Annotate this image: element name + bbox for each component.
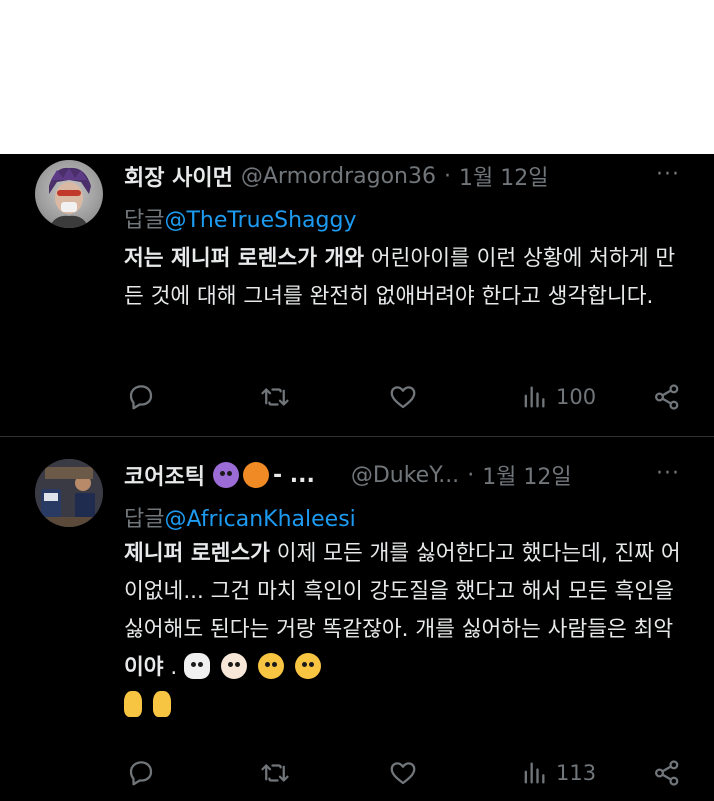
share-icon <box>654 760 679 786</box>
clown-emoji-icon <box>220 653 247 679</box>
reply-mention-link[interactable]: @TheTrueShaggy <box>164 208 356 233</box>
tweet-actions: 113 <box>124 757 684 789</box>
retweet-icon <box>261 764 289 782</box>
avatar[interactable] <box>35 459 103 527</box>
separator-dot: · <box>467 462 475 488</box>
share-icon <box>654 384 679 410</box>
tweet[interactable]: 회장 사이먼 @Armordragon36 · 1월 12일 ··· 답글@Th… <box>0 154 714 437</box>
tweet-text-bold: 제니퍼 로렌스가 <box>124 541 270 566</box>
more-options-icon[interactable]: ··· <box>656 461 680 486</box>
avatar-image <box>49 167 91 228</box>
heart-icon <box>390 762 416 785</box>
replying-to: 답글@TheTrueShaggy <box>124 202 356 234</box>
heart-icon <box>390 386 416 409</box>
like-button[interactable] <box>388 757 418 789</box>
tweet-date[interactable]: 1월 12일 <box>459 160 548 192</box>
views-chart-icon <box>524 762 545 784</box>
reply-icon <box>129 761 153 786</box>
emoji-group <box>184 649 325 687</box>
views-count: 113 <box>556 761 597 785</box>
middle-finger-emoji-icon <box>152 691 171 717</box>
tweet-date[interactable]: 1월 12일 <box>482 459 571 491</box>
reply-prefix: 답글 <box>124 208 165 233</box>
tweet[interactable]: 코어조틱 - ... @DukeY... · 1월 12일 ··· 답글@Afr… <box>0 437 714 801</box>
tweet-text: 저는 제니퍼 로렌스가 개와 어린아이를 이런 상황에 처하게 만든 것에 대해… <box>124 240 684 316</box>
victory-hand-emoji-icon <box>124 691 142 717</box>
tweet-text: 제니퍼 로렌스가 이제 모든 개를 싫어한다고 했다는데, 진짜 어이없네...… <box>124 535 684 725</box>
views-count: 100 <box>556 385 597 409</box>
views-button[interactable]: 113 <box>520 757 596 789</box>
retweet-icon <box>261 388 289 406</box>
tweet-actions: 100 <box>124 381 684 413</box>
tweet-header: 코어조틱 - ... @DukeY... · 1월 12일 <box>124 459 572 491</box>
thinking-emoji-icon <box>257 653 284 679</box>
share-button[interactable] <box>652 381 682 413</box>
author-name[interactable]: 코어조틱 <box>124 459 205 491</box>
retweet-button[interactable] <box>260 381 290 413</box>
author-name-suffix[interactable]: - ... <box>273 463 315 488</box>
views-button[interactable]: 100 <box>520 381 596 413</box>
reply-prefix: 답글 <box>124 507 165 532</box>
like-button[interactable] <box>388 381 418 413</box>
author-name[interactable]: 회장 사이먼 <box>124 160 233 192</box>
separator-dot: · <box>444 163 451 189</box>
reply-mention-link[interactable]: @AfricanKhaleesi <box>164 507 355 532</box>
tweet-feed: 회장 사이먼 @Armordragon36 · 1월 12일 ··· 답글@Th… <box>0 154 714 801</box>
reply-button[interactable] <box>126 381 156 413</box>
avatar[interactable] <box>35 160 103 228</box>
basketball-emoji-icon <box>242 462 269 488</box>
views-chart-icon <box>524 386 545 408</box>
smiling-devil-emoji-icon <box>212 462 239 488</box>
tweet-text-bold: 저는 제니퍼 로렌스가 개와 <box>124 246 365 271</box>
name-emojis <box>212 462 273 488</box>
skull-emoji-icon <box>184 653 211 679</box>
more-options-icon[interactable]: ··· <box>656 162 680 187</box>
share-button[interactable] <box>652 757 682 789</box>
top-blank-area <box>0 0 714 154</box>
tweet-text-bold-2: 이야 <box>124 655 164 680</box>
reply-icon <box>129 385 153 410</box>
reply-button[interactable] <box>126 757 156 789</box>
retweet-button[interactable] <box>260 757 290 789</box>
tweet-header: 회장 사이먼 @Armordragon36 · 1월 12일 <box>124 160 548 192</box>
author-handle[interactable]: @Armordragon36 <box>241 164 436 189</box>
tweet-text-end: . <box>163 655 178 680</box>
avatar-image <box>35 459 103 527</box>
author-handle[interactable]: @DukeY... <box>351 463 459 488</box>
replying-to: 답글@AfricanKhaleesi <box>124 501 356 533</box>
grimacing-emoji-icon <box>294 653 321 679</box>
